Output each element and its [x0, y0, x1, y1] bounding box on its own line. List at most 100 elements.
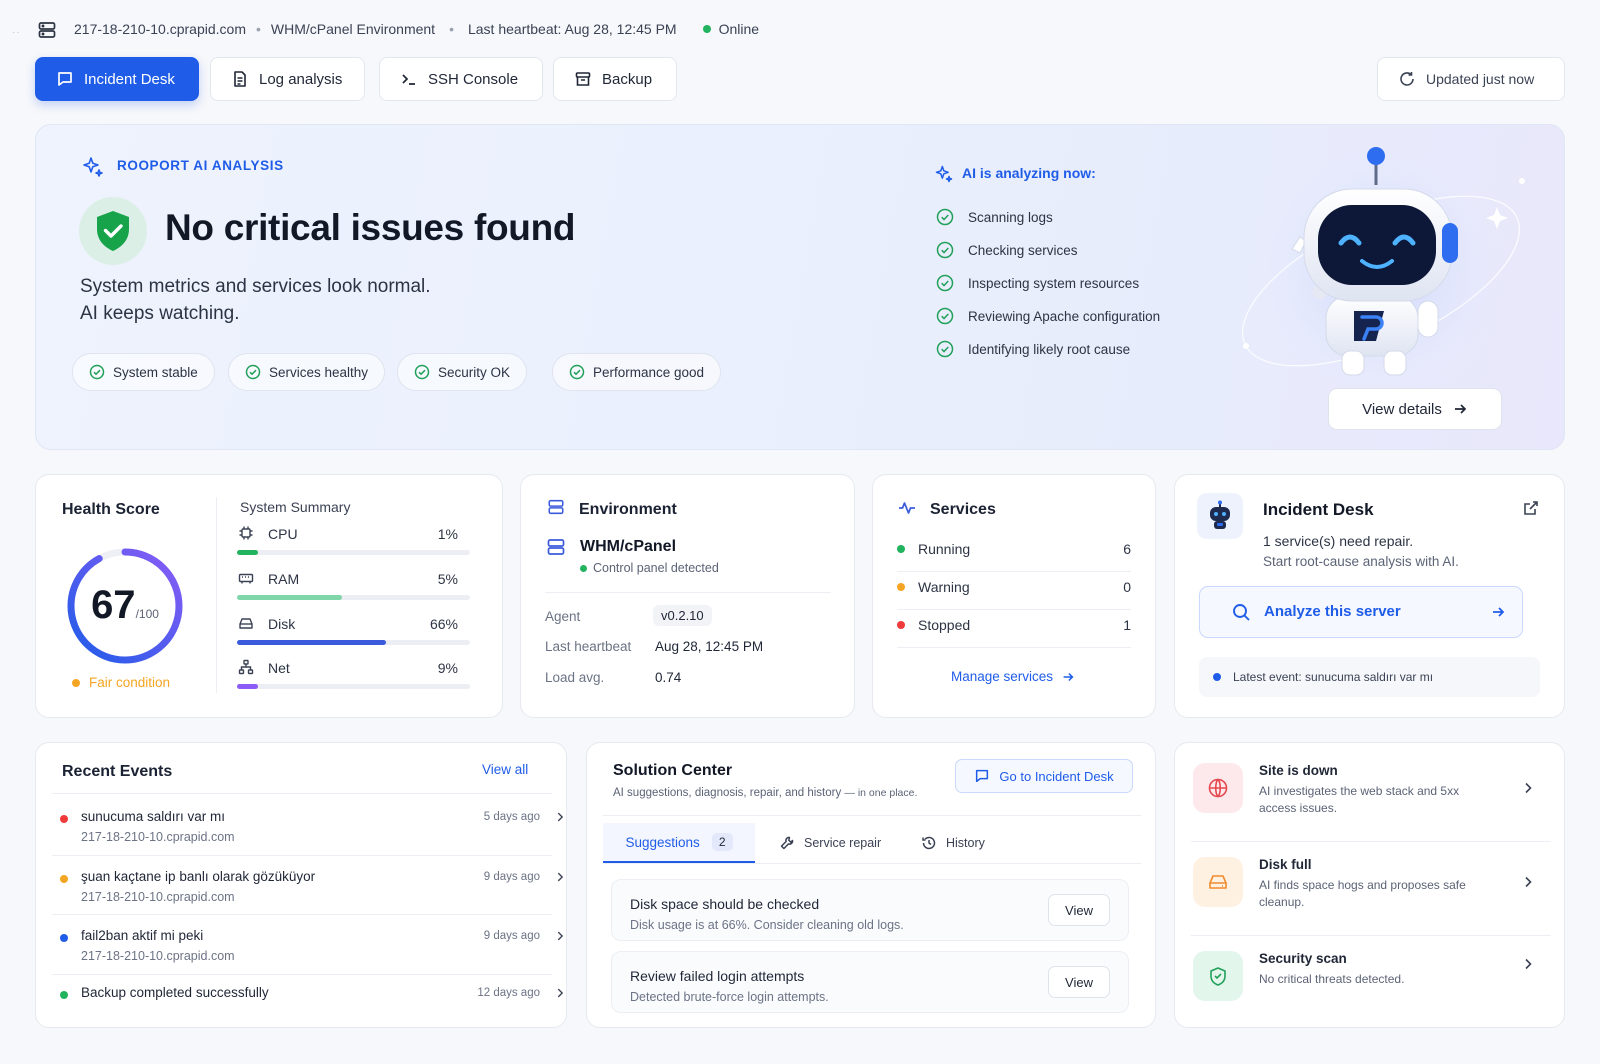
history-icon: [921, 835, 937, 851]
metric-value: 5%: [437, 571, 458, 587]
chevron-right-icon: [1521, 781, 1535, 795]
tab-incident-desk[interactable]: Incident Desk: [35, 57, 199, 101]
hero-title: No critical issues found: [165, 207, 576, 248]
environment-label: WHM/cPanel Environment: [270, 21, 436, 37]
metric-value: 1%: [437, 526, 458, 542]
solution-center-card: Solution Center AI suggestions, diagnosi…: [586, 742, 1156, 1028]
tab-label: SSH Console: [428, 70, 519, 88]
view-all-link[interactable]: View all: [482, 762, 528, 777]
agent-version-badge: v0.2.10: [653, 605, 712, 626]
ai-analysis-hero: ROOPORT AI ANALYSIS No critical issues f…: [35, 124, 1565, 450]
recent-events-card: Recent Events View all sunucuma saldırı …: [35, 742, 567, 1028]
tab-ssh-console[interactable]: SSH Console: [379, 57, 543, 101]
check-circle-icon: [936, 340, 954, 358]
quick-action-site-down[interactable]: Site is down AI investigates the web sta…: [1193, 747, 1543, 833]
suggestion-item: Disk space should be checked Disk usage …: [611, 879, 1129, 941]
memory-icon: [238, 570, 254, 586]
wrench-icon: [779, 835, 795, 851]
pill-label: System stable: [113, 364, 198, 380]
condition-label: Fair condition: [72, 675, 170, 690]
analysis-step-label: Inspecting system resources: [968, 275, 1140, 291]
tab-suggestions[interactable]: Suggestions 2: [603, 823, 755, 863]
suggestion-view-button[interactable]: View: [1048, 966, 1110, 998]
tab-history[interactable]: History: [921, 835, 985, 851]
service-status-label: Running: [918, 541, 971, 557]
metric-bar-track: [237, 595, 470, 600]
tab-label: Log analysis: [259, 70, 343, 88]
server-icon: [546, 537, 566, 557]
event-host: 217-18-210-10.cprapid.com: [81, 830, 235, 844]
tab-service-repair[interactable]: Service repair: [779, 835, 881, 851]
quick-action-title: Site is down: [1259, 763, 1338, 778]
sparkle-icon: [81, 155, 105, 179]
event-status-dot: [60, 991, 68, 999]
pill-security-ok: Security OK: [397, 353, 528, 391]
manage-services-link[interactable]: Manage services: [951, 669, 1075, 684]
analyze-server-button[interactable]: Analyze this server: [1199, 586, 1523, 638]
archive-icon: [574, 70, 592, 88]
suggestion-description: Detected brute-force login attempts.: [630, 990, 829, 1004]
event-row[interactable]: şuan kaçtane ip banlı olarak gözüküyor 21…: [56, 855, 576, 915]
metric-bar-fill: [237, 640, 386, 645]
quick-action-disk-full[interactable]: Disk full AI finds space hogs and propos…: [1193, 841, 1543, 927]
event-row[interactable]: sunucuma saldırı var mı 217-18-210-10.cpr…: [56, 795, 576, 855]
shield-check-icon: [79, 197, 147, 265]
suggestion-description: Disk usage is at 66%. Consider cleaning …: [630, 918, 904, 932]
condition-text: Fair condition: [89, 675, 171, 690]
incident-line1: 1 service(s) need repair.: [1263, 533, 1414, 549]
system-summary-title: System Summary: [240, 499, 351, 515]
analysis-step: Scanning logs: [936, 208, 1053, 226]
pill-system-stable: System stable: [72, 353, 215, 391]
updated-refresh-button[interactable]: Updated just now: [1377, 57, 1565, 101]
event-time: 9 days ago: [483, 871, 540, 883]
message-square-icon: [974, 768, 990, 784]
analysis-step-label: Checking services: [968, 242, 1078, 258]
event-row[interactable]: Backup completed successfully 12 days ago: [56, 974, 576, 1034]
view-details-button[interactable]: View details: [1328, 388, 1502, 430]
status-dot: [897, 545, 905, 553]
hard-drive-icon: [238, 615, 254, 631]
pill-services-healthy: Services healthy: [228, 353, 386, 391]
tab-backup[interactable]: Backup: [553, 57, 677, 101]
external-link-icon[interactable]: [1522, 499, 1540, 517]
event-row[interactable]: fail2ban aktif mi peki 217-18-210-10.cpra…: [56, 914, 576, 974]
tab-log-analysis[interactable]: Log analysis: [210, 57, 365, 101]
analysis-step: Reviewing Apache configuration: [936, 307, 1160, 325]
solution-center-title: Solution Center: [613, 762, 733, 779]
control-panel-detected: Control panel detected: [580, 561, 719, 575]
subtitle-suffix: — in one place.: [844, 787, 918, 799]
pill-label: Performance good: [593, 364, 705, 380]
status-dot: [897, 583, 905, 591]
chevron-right-icon: [554, 930, 566, 942]
quick-action-security-scan[interactable]: Security scan No critical threats detect…: [1193, 935, 1543, 1021]
view-details-label: View details: [1362, 400, 1442, 418]
terminal-icon: [400, 70, 418, 88]
metric-value: 9%: [437, 660, 458, 676]
chevron-right-icon: [1521, 957, 1535, 971]
robot-illustration: [1206, 131, 1556, 391]
health-score-card: Health Score 67/100 Fair condition Syste…: [35, 474, 503, 718]
check-circle-icon: [936, 208, 954, 226]
incident-line2: Start root-cause analysis with AI.: [1263, 554, 1459, 569]
quick-action-description: AI finds space hogs and proposes safe cl…: [1259, 878, 1466, 909]
latest-event-banner[interactable]: Latest event: sunucuma saldırı var mı: [1199, 657, 1540, 697]
metric-bar-fill: [237, 684, 258, 689]
host-name: 217-18-210-10.cprapid.com: [74, 21, 246, 37]
suggestion-view-button[interactable]: View: [1048, 894, 1110, 926]
incident-desk-title: Incident Desk: [1263, 500, 1374, 519]
tab-label: Incident Desk: [84, 70, 175, 88]
latest-event-text: Latest event: sunucuma saldırı var mı: [1233, 670, 1434, 684]
event-status-dot: [60, 875, 68, 883]
event-time: 9 days ago: [483, 930, 540, 942]
analysis-step: Identifying likely root cause: [936, 340, 1130, 358]
suggestions-count-badge: 2: [711, 833, 733, 851]
online-status: Online: [718, 21, 760, 37]
health-score-gauge: 67/100: [64, 545, 186, 667]
go-to-incident-desk-button[interactable]: Go to Incident Desk: [955, 759, 1133, 793]
quick-action-title: Security scan: [1259, 951, 1347, 966]
event-title: Backup completed successfully: [81, 985, 269, 1000]
message-square-icon: [56, 70, 74, 88]
quick-action-description: AI investigates the web stack and 5xx ac…: [1259, 784, 1460, 815]
analysis-step: Inspecting system resources: [936, 274, 1139, 292]
solution-center-subtitle: AI suggestions, diagnosis, repair, and h…: [613, 787, 917, 799]
